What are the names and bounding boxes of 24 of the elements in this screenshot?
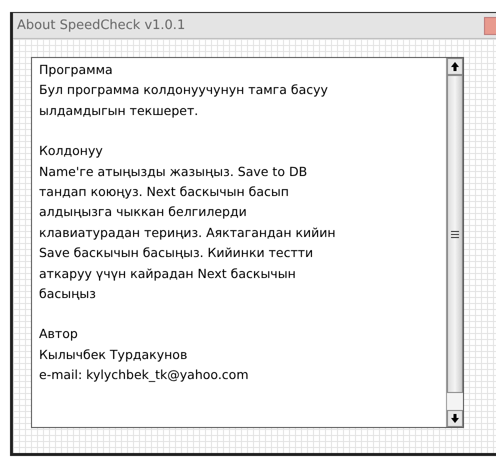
- down-arrow-icon: [451, 414, 459, 423]
- text-line: Name'ге атыңызды жазыңыз. Save to DB: [39, 162, 308, 181]
- text-line: алдыңызга чыккан белгилерди: [39, 203, 248, 222]
- text-line: аткаруу үчүн кайрадан Next баскычын: [39, 264, 297, 283]
- text-line: тандап коюңуз. Next баскычын басып: [39, 183, 290, 202]
- text-line: басыңыз: [39, 285, 97, 304]
- scroll-thumb[interactable]: [447, 75, 463, 393]
- scroll-up-button[interactable]: [447, 58, 463, 75]
- text-line: Кылычбек Турдакунов: [39, 346, 188, 364]
- up-arrow-icon: [451, 62, 459, 71]
- text-line: Автор: [39, 325, 79, 344]
- scroll-down-button[interactable]: [447, 410, 463, 427]
- text-line: Колдонуу: [39, 142, 104, 160]
- window-title: About SpeedCheck v1.0.1: [17, 16, 186, 35]
- text-area[interactable]: [31, 57, 464, 428]
- text-line: ылдамдыгын текшерет.: [39, 102, 200, 120]
- close-button[interactable]: [484, 16, 496, 34]
- scrollbar[interactable]: [446, 58, 463, 427]
- text-line: e-mail: kylychbek_tk@yahoo.com: [39, 366, 250, 384]
- text-line: Save баскычын басыңыз. Кийинки тестти: [39, 244, 314, 262]
- text-line: Бул программа колдонуучунун тамга басуу: [39, 81, 329, 100]
- text-line: клавиатурадан териңиз. Аяктагандан кийин: [39, 224, 337, 242]
- grip-icon: [451, 230, 459, 238]
- text-line: Программа: [39, 61, 114, 79]
